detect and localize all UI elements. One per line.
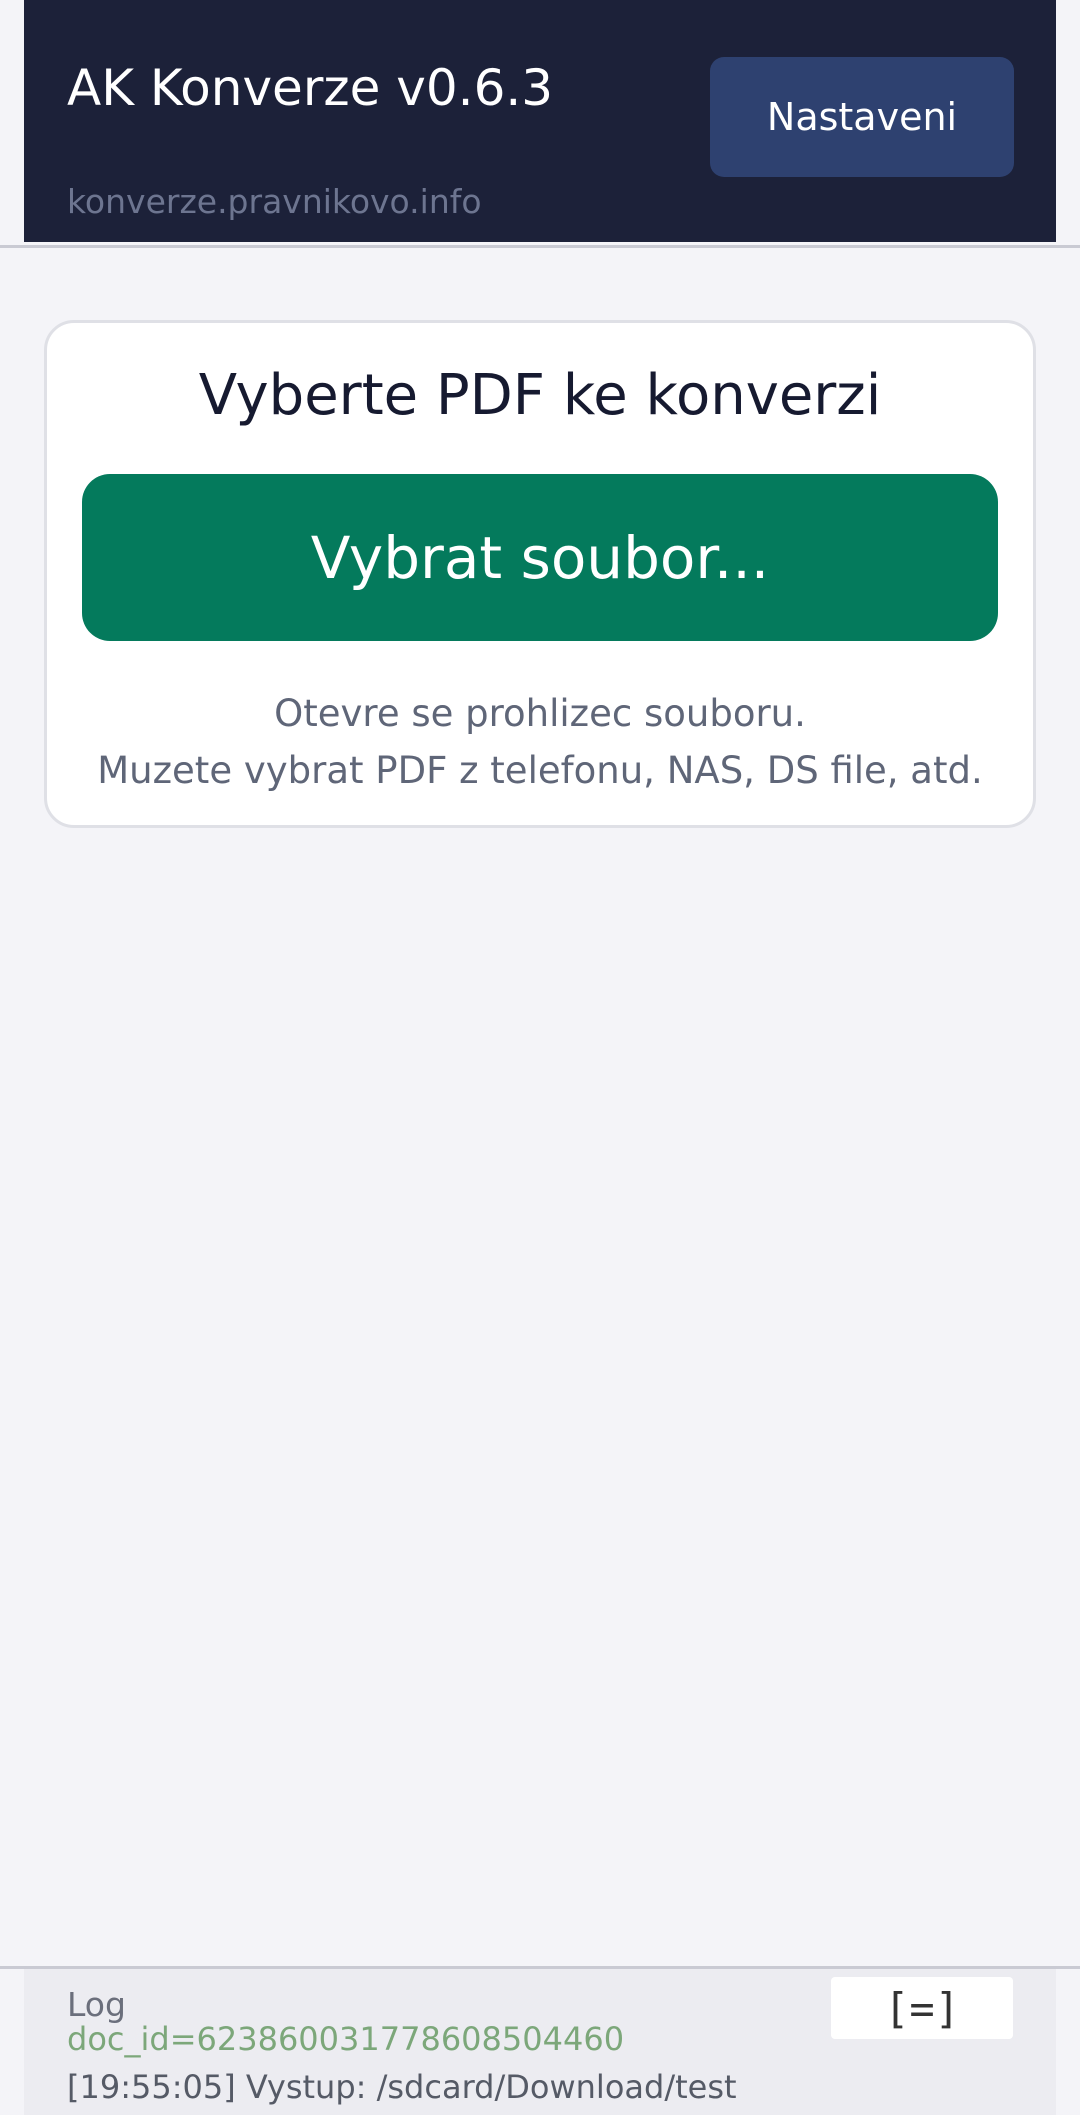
card-title: Vyberte PDF ke konverzi (198, 363, 882, 428)
log-lines[interactable]: doc_id=623860031778608504460 [19:55:05] … (67, 2011, 827, 2115)
file-select-card: Vyberte PDF ke konverzi Vybrat soubor...… (44, 320, 1036, 828)
select-file-button[interactable]: Vybrat soubor... (82, 474, 998, 641)
app-subtitle: konverze.pravnikovo.info (67, 182, 482, 221)
settings-button[interactable]: Nastaveni (710, 57, 1014, 177)
log-line: [19:55:05] Vystup: /sdcard/Download/test (67, 2068, 737, 2106)
log-title: Log (67, 1985, 126, 2024)
log-line: doc_id=623860031778608504460 (67, 2020, 625, 2058)
card-hint: Otevre se prohlizec souboru. Muzete vybr… (47, 685, 1033, 799)
header-divider (0, 245, 1080, 248)
log-panel[interactable]: doc_id=623860031778608504460 [19:55:05] … (24, 1969, 1056, 2115)
card-hint-line-1: Otevre se prohlizec souboru. (274, 692, 806, 735)
card-hint-line-2: Muzete vybrat PDF z telefonu, NAS, DS fi… (97, 749, 983, 792)
log-toggle-button[interactable]: [=] (831, 1977, 1013, 2039)
app-title: AK Konverze v0.6.3 (67, 59, 554, 117)
log-scroll-clip (67, 2011, 827, 2025)
app-header: AK Konverze v0.6.3 konverze.pravnikovo.i… (24, 0, 1056, 242)
app-screen: AK Konverze v0.6.3 konverze.pravnikovo.i… (0, 0, 1080, 2115)
